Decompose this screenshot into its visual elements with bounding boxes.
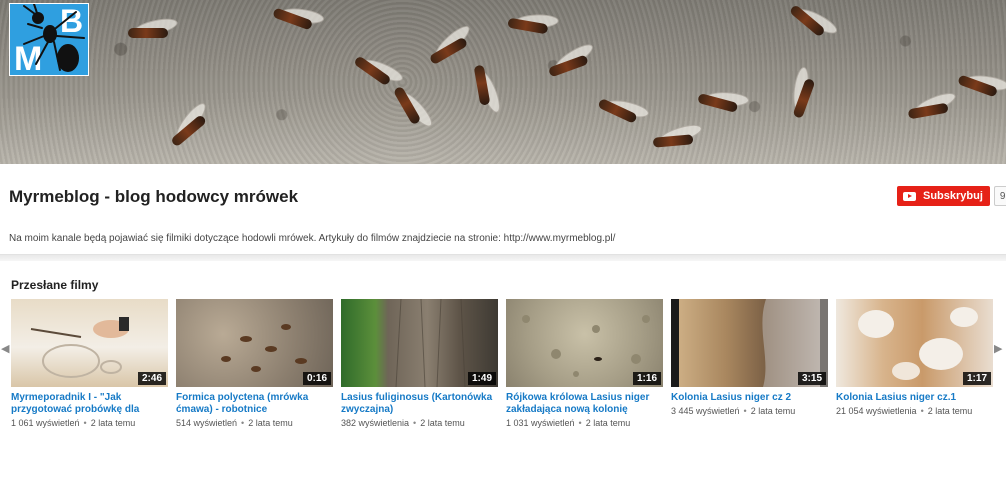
channel-description: Na moim kanale będą pojawiać się filmiki… (9, 233, 616, 244)
video-age: 2 lata temu (585, 418, 631, 428)
video-thumbnail[interactable]: 1:17 (836, 299, 993, 387)
video-views: 21 054 wyświetlenia (836, 406, 917, 416)
video-title[interactable]: Rójkowa królowa Lasius niger zakładająca… (506, 392, 663, 416)
video-thumbnail[interactable]: 1:16 (506, 299, 663, 387)
uploads-section-title[interactable]: Przesłane filmy (11, 278, 98, 292)
video-meta: 21 054 wyświetlenia • 2 lata temu (836, 406, 973, 416)
video-duration: 1:17 (962, 372, 991, 385)
channel-banner: M B (0, 0, 1006, 164)
youtube-play-icon (903, 191, 916, 201)
video-thumbnail[interactable]: 0:16 (176, 299, 333, 387)
subscriber-count: 98 (993, 186, 1006, 206)
video-views: 382 wyświetlenia (341, 418, 410, 428)
video-meta: 1 061 wyświetleń • 2 lata temu (11, 418, 136, 428)
video-card: 1:49 Lasius fuliginosus (Kartonówka zwyc… (341, 299, 498, 428)
video-duration: 2:46 (137, 372, 166, 385)
video-card: 1:17 Kolonia Lasius niger cz.1 21 054 wy… (836, 299, 993, 416)
subscribe-widget: Subskrybuj 98 (897, 186, 1006, 206)
video-thumbnail[interactable]: 1:49 (341, 299, 498, 387)
subscribe-button[interactable]: Subskrybuj (897, 186, 990, 206)
channel-logo[interactable]: M B (9, 3, 89, 76)
chevron-left-icon[interactable]: ◀ (1, 343, 11, 355)
video-meta: 514 wyświetleń • 2 lata temu (176, 418, 293, 428)
video-duration: 1:16 (632, 372, 661, 385)
video-duration: 3:15 (797, 372, 826, 385)
video-card: 2:46 Myrmeporadnik I - "Jak przygotować … (11, 299, 168, 428)
video-age: 2 lata temu (248, 418, 293, 428)
ant-image (120, 15, 179, 42)
video-views: 514 wyświetleń (176, 418, 238, 428)
video-meta: 1 031 wyświetleń • 2 lata temu (506, 418, 631, 428)
video-age: 2 lata temu (750, 406, 796, 416)
video-views: 1 031 wyświetleń (506, 418, 575, 428)
channel-title[interactable]: Myrmeblog - blog hodowcy mrówek (9, 187, 298, 207)
video-age: 2 lata temu (420, 418, 465, 428)
uploads-shelf: ◀ ▶ 2:46 Myrmeporadnik I - "Jak przygoto… (0, 299, 1006, 449)
video-meta: 3 445 wyświetleń • 2 lata temu (671, 406, 796, 416)
video-card: 0:16 Formica polyctena (mrówka ćmawa) - … (176, 299, 333, 428)
video-views: 1 061 wyświetleń (11, 418, 80, 428)
video-card: 1:16 Rójkowa królowa Lasius niger zakład… (506, 299, 663, 428)
section-divider (0, 255, 1006, 261)
logo-letter-m: M (14, 40, 42, 75)
video-views: 3 445 wyświetleń (671, 406, 740, 416)
video-title[interactable]: Myrmeporadnik I - "Jak przygotować probó… (11, 392, 168, 416)
ant-logo-icon: M B (10, 4, 88, 75)
video-card: 3:15 Kolonia Lasius niger cz 2 3 445 wyś… (671, 299, 828, 416)
video-duration: 1:49 (467, 372, 496, 385)
video-title[interactable]: Formica polyctena (mrówka ćmawa) - robot… (176, 392, 333, 416)
video-age: 2 lata temu (927, 406, 973, 416)
subscribe-label: Subskrybuj (923, 190, 983, 202)
chevron-right-icon[interactable]: ▶ (994, 343, 1004, 355)
video-age: 2 lata temu (90, 418, 136, 428)
video-title[interactable]: Lasius fuliginosus (Kartonówka zwyczajna… (341, 392, 498, 416)
video-title[interactable]: Kolonia Lasius niger cz 2 (671, 392, 828, 404)
video-thumbnail[interactable]: 2:46 (11, 299, 168, 387)
video-duration: 0:16 (302, 372, 331, 385)
video-meta: 382 wyświetlenia • 2 lata temu (341, 418, 465, 428)
video-thumbnail[interactable]: 3:15 (671, 299, 828, 387)
video-title[interactable]: Kolonia Lasius niger cz.1 (836, 392, 993, 404)
